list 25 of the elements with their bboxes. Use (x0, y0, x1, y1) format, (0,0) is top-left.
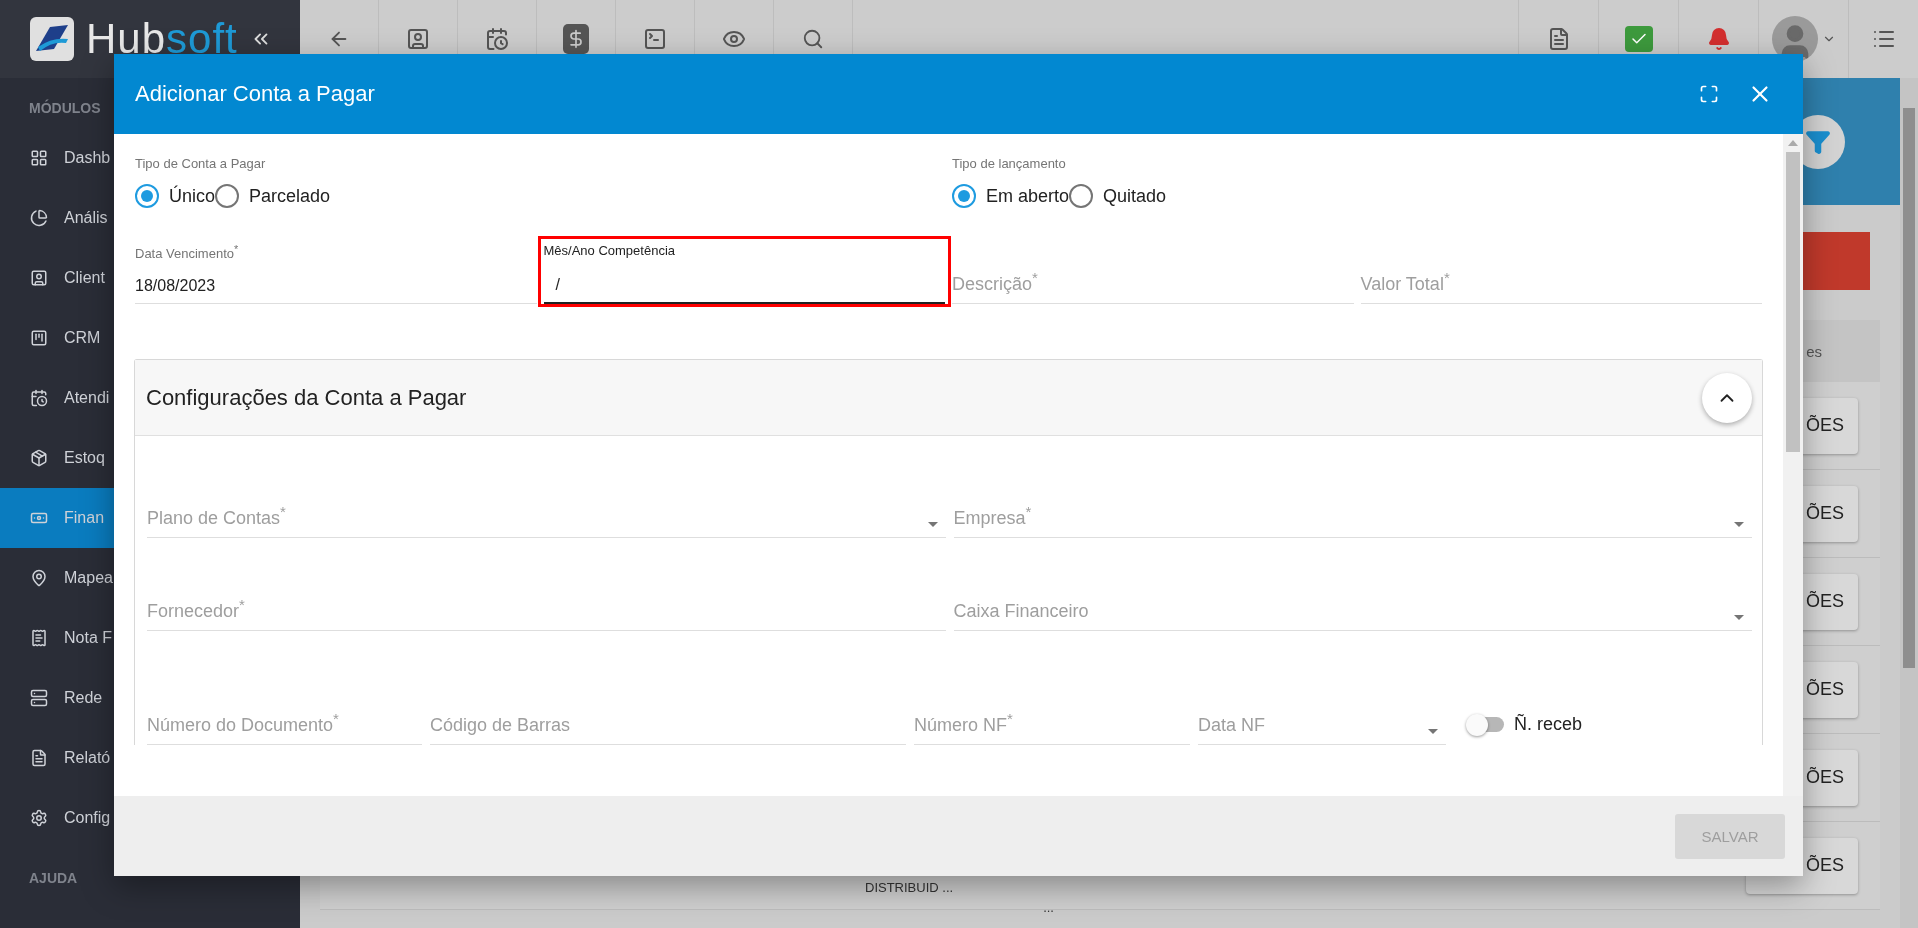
field-label: Valor Total$^{*}$ (1360, 269, 1450, 295)
field-label: Número NF$^{*}$ (914, 710, 1013, 736)
field-label: Caixa Financeiro (953, 601, 1089, 622)
section-heading: AJUDA (29, 870, 78, 886)
field-label: Código de Barras (430, 715, 571, 736)
field-label: Empresa$^{*}$ (953, 503, 1032, 529)
section-heading: MÓDULOS (29, 100, 101, 116)
column-heading: es (1806, 342, 1822, 360)
brand-name: Hub (86, 15, 167, 63)
table-cell: ... (1043, 900, 1054, 915)
field-label: Número do Documento$^{*}$ (147, 710, 339, 736)
field-label: Descrição$^{*}$ (952, 269, 1038, 295)
field-label: Plano de Contas$^{*}$ (147, 503, 286, 529)
table-cell-text: DISTRIBUID ... (865, 880, 954, 897)
field-label: Data Vencimento$^{*}$ (135, 243, 239, 262)
field-label: Fornecedor$^{*}$ (147, 596, 245, 622)
toggle-label: Ñ. receb (1514, 714, 1583, 735)
field-label: Data NF (1198, 715, 1266, 736)
field-label: Mês/Ano Competência (543, 243, 675, 258)
group-label: Tipo de Conta a Pagar (135, 156, 266, 171)
brand-accent: soft (166, 15, 238, 63)
section-title: Configurações da Conta a Pagar (146, 384, 467, 411)
group-label: Tipo de lançamento (952, 156, 1066, 171)
dialog-title: Adicionar Conta a Pagar (135, 81, 376, 107)
save-button: SALVAR (1675, 813, 1785, 859)
